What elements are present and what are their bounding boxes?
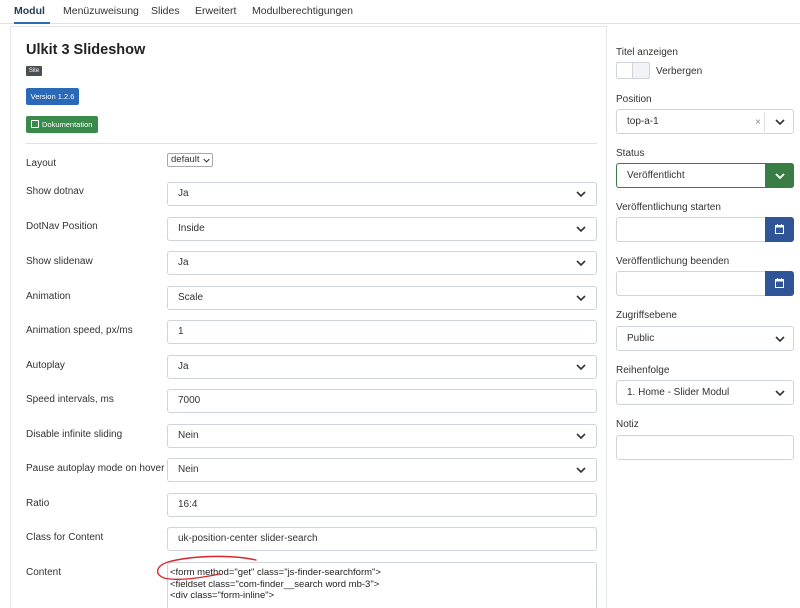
page-title: Ulkit 3 Slideshow bbox=[26, 42, 146, 58]
separator bbox=[764, 112, 765, 132]
chevron-down-icon bbox=[576, 226, 586, 233]
ratio-label: Ratio bbox=[26, 498, 50, 509]
publish-end-label: Veröffentlichung beenden bbox=[616, 256, 730, 267]
status-label: Status bbox=[616, 148, 645, 159]
animation-speed-label: Animation speed, px/ms bbox=[26, 325, 133, 336]
ratio-value: 16:4 bbox=[178, 499, 198, 510]
disable-infinite-value: Nein bbox=[178, 430, 199, 441]
layout-label: Layout bbox=[26, 158, 57, 169]
note-label: Notiz bbox=[616, 419, 639, 430]
content-line: <fieldset class="com-finder__search word… bbox=[170, 578, 380, 590]
access-label: Zugriffsebene bbox=[616, 310, 677, 321]
show-dotnav-label: Show dotnav bbox=[26, 186, 84, 197]
documentation-button-label: Dokumentation bbox=[42, 120, 93, 129]
content-line: <div class="form-inline"> bbox=[170, 590, 275, 601]
show-dotnav-select[interactable]: Ja bbox=[167, 182, 597, 206]
class-for-content-label: Class for Content bbox=[26, 532, 104, 543]
dotnav-position-value: Inside bbox=[178, 223, 205, 234]
autoplay-label: Autoplay bbox=[26, 360, 65, 371]
chevron-down-icon bbox=[576, 191, 586, 198]
position-value: top-a-1 bbox=[627, 116, 659, 127]
publish-start-calendar-button[interactable] bbox=[765, 217, 794, 242]
class-for-content-input[interactable]: uk-position-center slider-search bbox=[167, 527, 597, 551]
content-textarea[interactable]: <form method="get" class="js-finder-sear… bbox=[167, 562, 597, 608]
chevron-down-icon bbox=[775, 390, 785, 397]
speed-intervals-input[interactable]: 7000 bbox=[167, 389, 597, 413]
chevron-down-icon bbox=[576, 364, 586, 371]
chevron-down-icon bbox=[775, 336, 785, 343]
class-for-content-value: uk-position-center slider-search bbox=[178, 533, 318, 544]
chevron-down-icon bbox=[775, 173, 785, 180]
content-label: Content bbox=[26, 567, 62, 578]
chevron-down-icon bbox=[775, 119, 785, 126]
publish-start-label: Veröffentlichung starten bbox=[616, 202, 721, 213]
publish-end-input[interactable] bbox=[616, 271, 794, 296]
ratio-input[interactable]: 16:4 bbox=[167, 493, 597, 517]
external-link-icon bbox=[31, 120, 39, 128]
autoplay-select[interactable]: Ja bbox=[167, 355, 597, 379]
status-dropdown-button[interactable] bbox=[765, 163, 794, 188]
tab-slides[interactable]: Slides bbox=[151, 0, 180, 24]
chevron-down-icon bbox=[576, 260, 586, 267]
title-show-label: Titel anzeigen bbox=[616, 47, 678, 58]
divider bbox=[26, 143, 597, 144]
publish-end-calendar-button[interactable] bbox=[765, 271, 794, 296]
animation-select[interactable]: Scale bbox=[167, 286, 597, 310]
dotnav-position-label: DotNav Position bbox=[26, 221, 98, 232]
status-select[interactable]: Veröffentlicht bbox=[616, 163, 794, 188]
dotnav-position-select[interactable]: Inside bbox=[167, 217, 597, 241]
animation-value: Scale bbox=[178, 292, 204, 303]
pause-autoplay-label: Pause autoplay mode on hover bbox=[26, 463, 165, 474]
position-select[interactable]: top-a-1 bbox=[616, 109, 794, 134]
layout-select-value: default bbox=[171, 154, 200, 165]
documentation-button[interactable]: Dokumentation bbox=[26, 116, 98, 133]
speed-intervals-label: Speed intervals, ms bbox=[26, 394, 114, 405]
tab-modul[interactable]: Modul bbox=[14, 0, 50, 24]
calendar-icon bbox=[775, 224, 784, 234]
chevron-down-icon bbox=[576, 295, 586, 302]
toggle-knob bbox=[617, 63, 633, 78]
pause-autoplay-value: Nein bbox=[178, 464, 199, 475]
status-value: Veröffentlicht bbox=[627, 170, 685, 181]
animation-speed-input[interactable]: 1 bbox=[167, 320, 597, 344]
publish-start-input[interactable] bbox=[616, 217, 794, 242]
show-slidenaw-select[interactable]: Ja bbox=[167, 251, 597, 275]
chevron-down-icon bbox=[576, 467, 586, 474]
content-line: <form method="get" class="js-finder-sear… bbox=[170, 567, 381, 578]
show-slidenaw-value: Ja bbox=[178, 257, 189, 268]
access-select[interactable]: Public bbox=[616, 326, 794, 351]
position-label: Position bbox=[616, 94, 652, 105]
speed-intervals-value: 7000 bbox=[178, 395, 201, 406]
calendar-icon bbox=[775, 278, 784, 288]
chevron-down-icon bbox=[576, 433, 586, 440]
access-value: Public bbox=[627, 333, 655, 344]
pause-autoplay-select[interactable]: Nein bbox=[167, 458, 597, 482]
tab-erweitert[interactable]: Erweitert bbox=[195, 0, 236, 24]
show-slidenaw-label: Show slidenaw bbox=[26, 256, 93, 267]
version-button[interactable]: Version 1.2.6 bbox=[26, 88, 79, 105]
chevron-down-icon bbox=[203, 158, 210, 163]
tab-bar: Modul Menüzuweisung Slides Erweitert Mod… bbox=[0, 0, 800, 24]
show-dotnav-value: Ja bbox=[178, 188, 189, 199]
disable-infinite-select[interactable]: Nein bbox=[167, 424, 597, 448]
title-show-toggle[interactable] bbox=[616, 62, 650, 79]
layout-select[interactable]: default bbox=[167, 153, 213, 167]
order-value: 1. Home - Slider Modul bbox=[627, 387, 730, 398]
tab-menuezuweisung[interactable]: Menüzuweisung bbox=[63, 0, 139, 24]
module-form-panel bbox=[10, 26, 607, 608]
clear-icon[interactable]: × bbox=[755, 117, 761, 128]
animation-label: Animation bbox=[26, 291, 71, 302]
note-input[interactable] bbox=[616, 435, 794, 460]
autoplay-value: Ja bbox=[178, 361, 189, 372]
tab-modulberechtigungen[interactable]: Modulberechtigungen bbox=[252, 0, 353, 24]
animation-speed-value: 1 bbox=[178, 326, 184, 337]
order-label: Reihenfolge bbox=[616, 365, 670, 376]
site-badge: Site bbox=[26, 66, 42, 76]
disable-infinite-label: Disable infinite sliding bbox=[26, 429, 123, 440]
order-select[interactable]: 1. Home - Slider Modul bbox=[616, 380, 794, 405]
title-show-toggle-label: Verbergen bbox=[656, 66, 703, 77]
